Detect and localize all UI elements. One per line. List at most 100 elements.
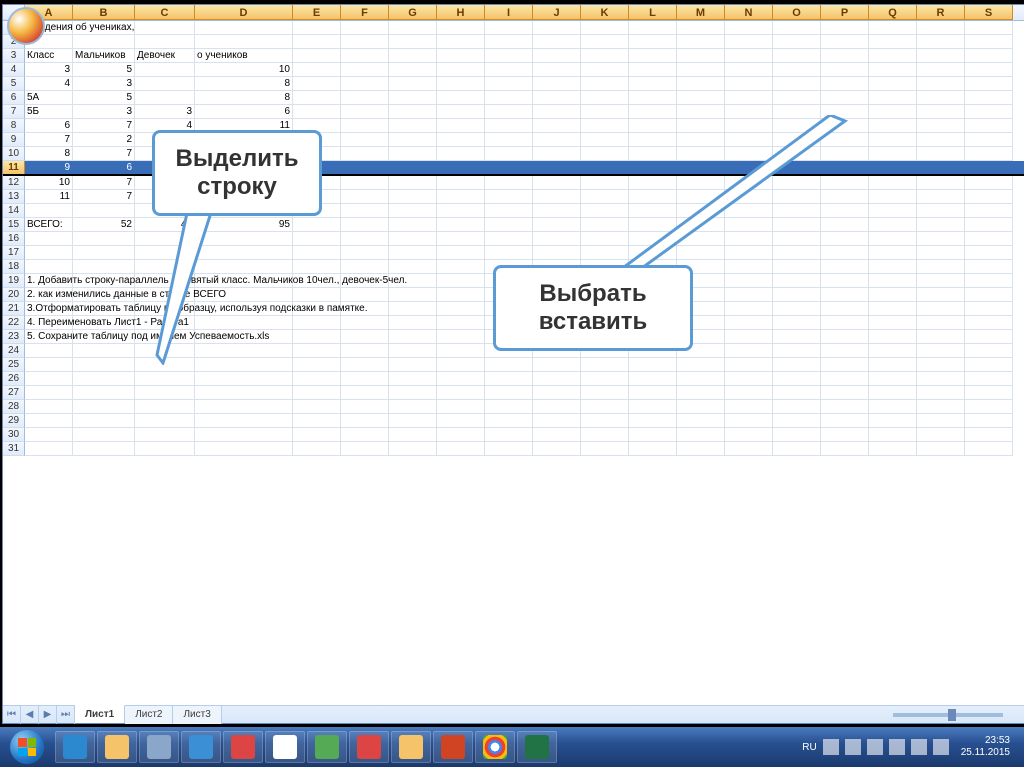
cell-R27[interactable] [917, 386, 965, 400]
row-header-26[interactable]: 26 [3, 372, 25, 386]
row-header-16[interactable]: 16 [3, 232, 25, 246]
cell-Q23[interactable] [869, 330, 917, 344]
cell-I31[interactable] [485, 442, 533, 456]
cell-F24[interactable] [341, 344, 389, 358]
cell-H15[interactable] [437, 218, 485, 232]
cell-O20[interactable] [773, 288, 821, 302]
cell-G20[interactable] [389, 288, 437, 302]
row-header-29[interactable]: 29 [3, 414, 25, 428]
cell-E1[interactable] [293, 21, 341, 35]
cell-S18[interactable] [965, 260, 1013, 274]
cell-P6[interactable] [821, 91, 869, 105]
cell-R13[interactable] [917, 190, 965, 204]
cell-O26[interactable] [773, 372, 821, 386]
cell-H8[interactable] [437, 119, 485, 133]
clock[interactable]: 23:5325.11.2015 [955, 735, 1016, 759]
cell-R7[interactable] [917, 105, 965, 119]
cell-J28[interactable] [533, 400, 581, 414]
cell-L29[interactable] [629, 414, 677, 428]
cell-H1[interactable] [437, 21, 485, 35]
cell-J3[interactable] [533, 49, 581, 63]
cell-I16[interactable] [485, 232, 533, 246]
cell-I6[interactable] [485, 91, 533, 105]
row-header-25[interactable]: 25 [3, 358, 25, 372]
cell-Q10[interactable] [869, 147, 917, 161]
cell-G9[interactable] [389, 133, 437, 147]
cell-J12[interactable] [533, 176, 581, 190]
cell-G15[interactable] [389, 218, 437, 232]
cell-A4[interactable]: 3 [25, 63, 73, 77]
cell-D29[interactable] [195, 414, 293, 428]
cell-F14[interactable] [341, 204, 389, 218]
cell-B11[interactable]: 6 [73, 161, 135, 175]
cell-D4[interactable]: 10 [195, 63, 293, 77]
tray-icon-1[interactable] [823, 739, 839, 755]
cell-P26[interactable] [821, 372, 869, 386]
cell-R10[interactable] [917, 147, 965, 161]
cell-I30[interactable] [485, 428, 533, 442]
cell-K3[interactable] [581, 49, 629, 63]
cell-L1[interactable] [629, 21, 677, 35]
row-header-10[interactable]: 10 [3, 147, 25, 161]
cell-S28[interactable] [965, 400, 1013, 414]
cell-Q2[interactable] [869, 35, 917, 49]
cell-A31[interactable] [25, 442, 73, 456]
cell-I8[interactable] [485, 119, 533, 133]
col-header-C[interactable]: C [135, 5, 195, 20]
cell-P5[interactable] [821, 77, 869, 91]
cell-N22[interactable] [725, 316, 773, 330]
cell-N3[interactable] [725, 49, 773, 63]
cell-P1[interactable] [821, 21, 869, 35]
taskbar-app-1[interactable] [139, 731, 179, 763]
cell-O6[interactable] [773, 91, 821, 105]
cell-N4[interactable] [725, 63, 773, 77]
office-button[interactable] [7, 7, 45, 45]
cell-J6[interactable] [533, 91, 581, 105]
cell-F13[interactable] [341, 190, 389, 204]
cell-H23[interactable] [437, 330, 485, 344]
cell-J11[interactable] [533, 161, 581, 175]
cell-P25[interactable] [821, 358, 869, 372]
col-header-R[interactable]: R [917, 5, 965, 20]
cell-B8[interactable]: 7 [73, 119, 135, 133]
cell-C4[interactable] [135, 63, 195, 77]
row-header-3[interactable]: 3 [3, 49, 25, 63]
cell-J15[interactable] [533, 218, 581, 232]
cell-I13[interactable] [485, 190, 533, 204]
cell-J31[interactable] [533, 442, 581, 456]
cell-A5[interactable]: 4 [25, 77, 73, 91]
cell-R17[interactable] [917, 246, 965, 260]
cell-E23[interactable] [293, 330, 341, 344]
cell-A26[interactable] [25, 372, 73, 386]
sheet-tab-1[interactable]: Лист1 [75, 705, 125, 723]
row-header-9[interactable]: 9 [3, 133, 25, 147]
cell-K28[interactable] [581, 400, 629, 414]
cell-E6[interactable] [293, 91, 341, 105]
cell-F3[interactable] [341, 49, 389, 63]
cell-C27[interactable] [135, 386, 195, 400]
cell-K4[interactable] [581, 63, 629, 77]
cell-B17[interactable] [73, 246, 135, 260]
cell-Q4[interactable] [869, 63, 917, 77]
cell-I7[interactable] [485, 105, 533, 119]
tray-network-icon[interactable] [867, 739, 883, 755]
cell-O2[interactable] [773, 35, 821, 49]
cell-H25[interactable] [437, 358, 485, 372]
cell-E31[interactable] [293, 442, 341, 456]
cell-A22[interactable]: 4. Переименовать Лист1 - Работа1 [25, 316, 73, 330]
cell-B31[interactable] [73, 442, 135, 456]
cell-E17[interactable] [293, 246, 341, 260]
cell-I27[interactable] [485, 386, 533, 400]
cell-O30[interactable] [773, 428, 821, 442]
col-header-B[interactable]: B [73, 5, 135, 20]
cell-I1[interactable] [485, 21, 533, 35]
cell-A27[interactable] [25, 386, 73, 400]
cell-D30[interactable] [195, 428, 293, 442]
cell-G24[interactable] [389, 344, 437, 358]
cell-D7[interactable]: 6 [195, 105, 293, 119]
cell-N5[interactable] [725, 77, 773, 91]
cell-E20[interactable] [293, 288, 341, 302]
cell-K27[interactable] [581, 386, 629, 400]
row-header-4[interactable]: 4 [3, 63, 25, 77]
cell-H31[interactable] [437, 442, 485, 456]
